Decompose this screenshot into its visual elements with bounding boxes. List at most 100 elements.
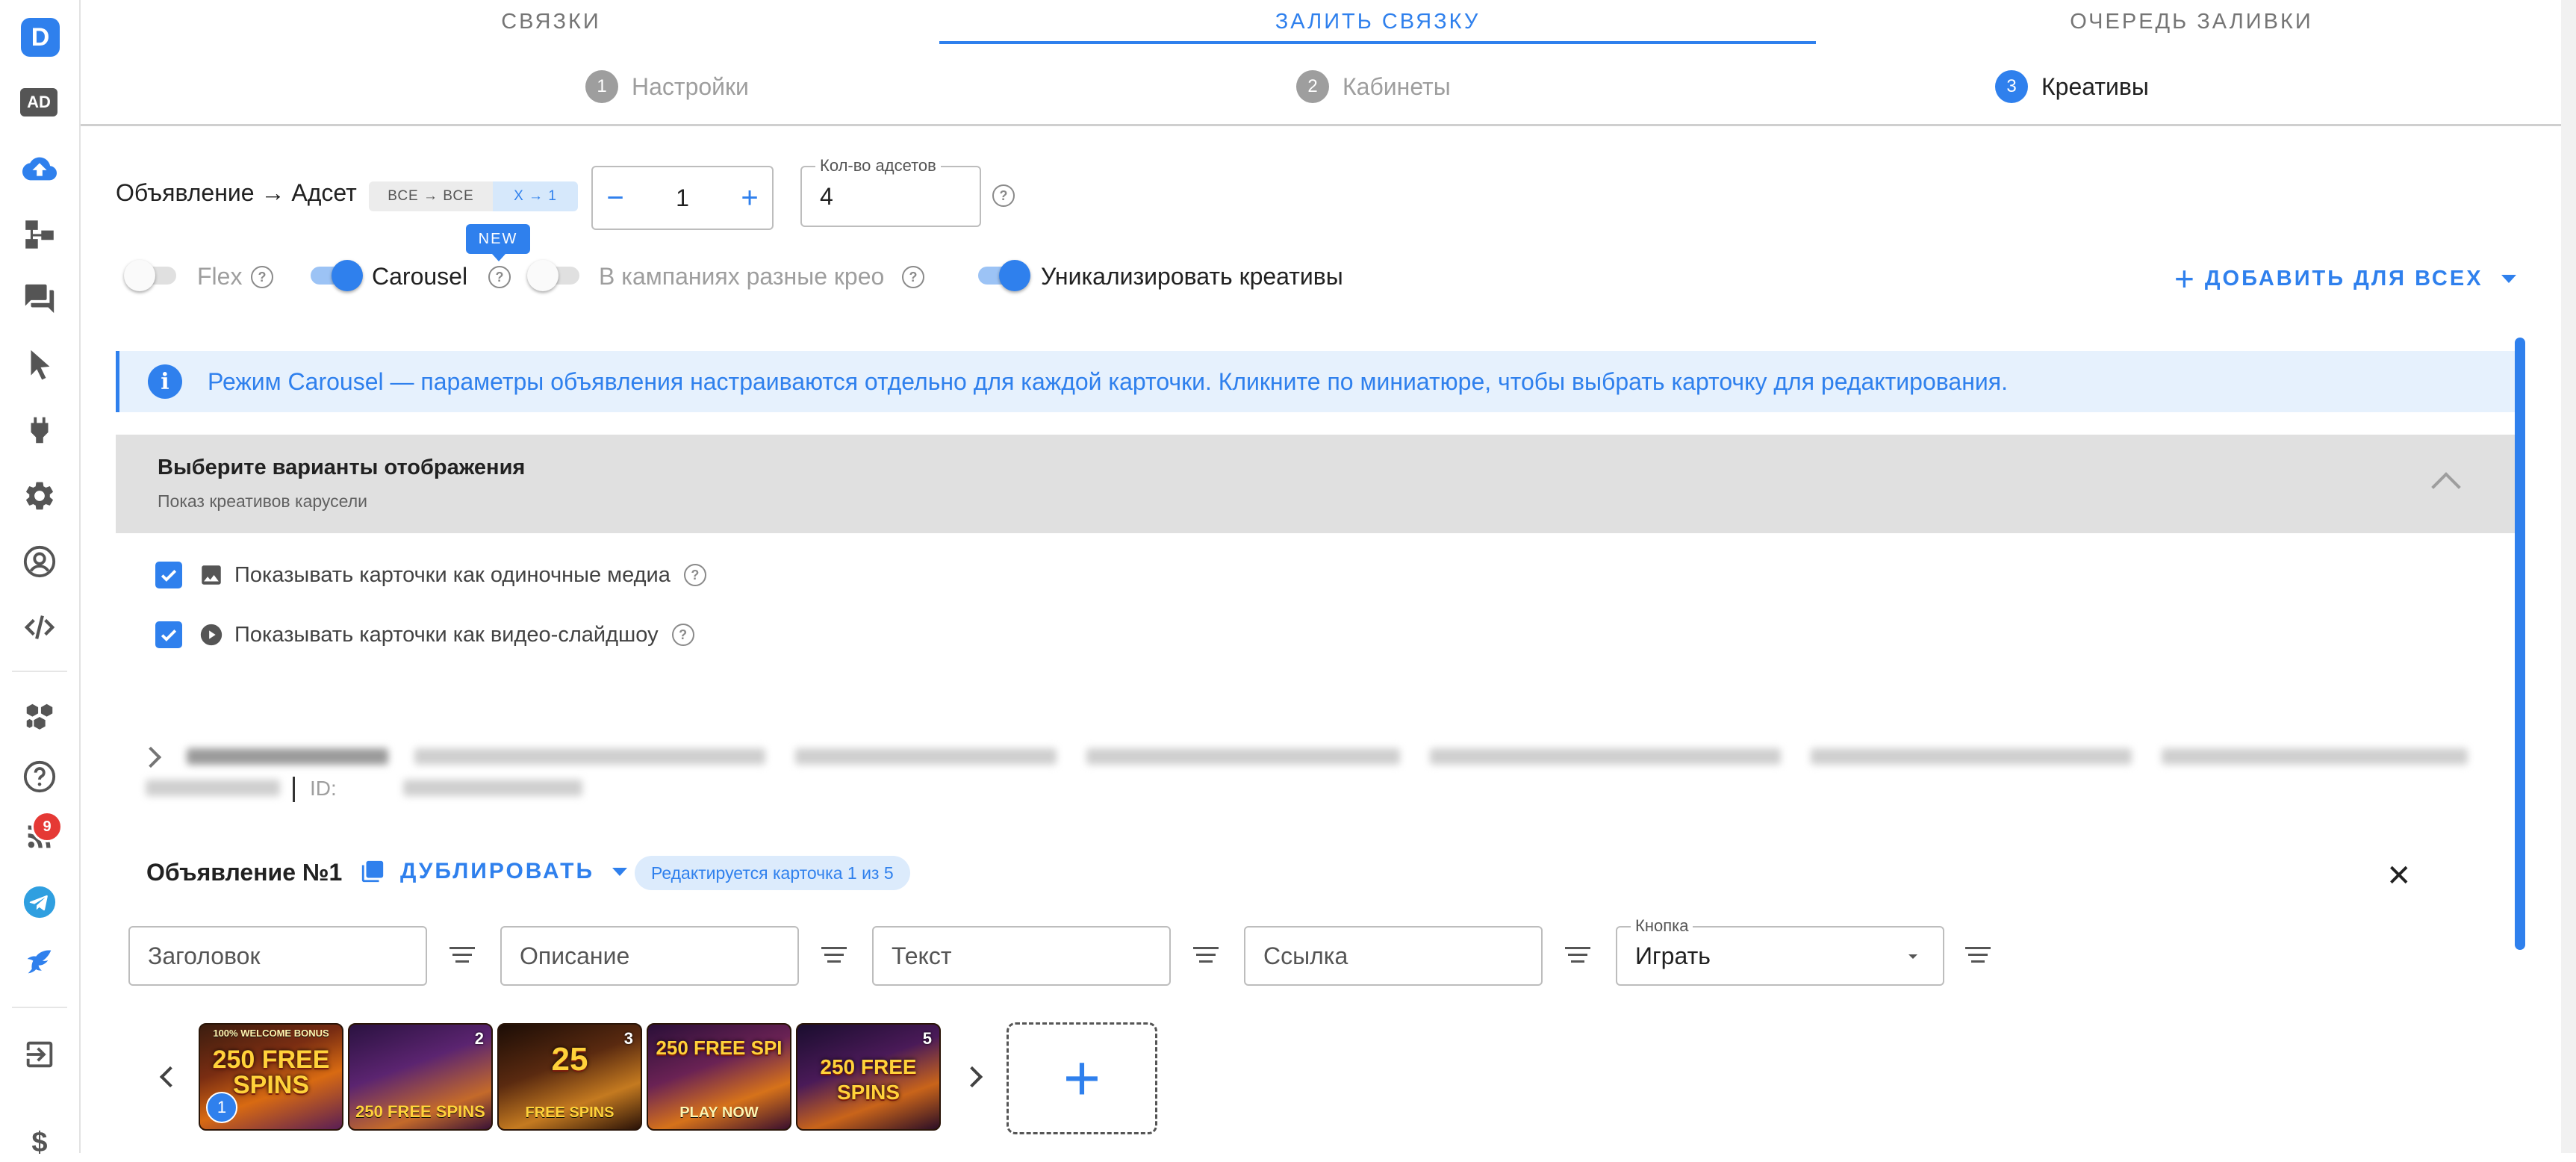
account-icon[interactable] [20,542,59,581]
chevron-down-icon[interactable] [612,867,628,876]
duplicate-label: ДУБЛИРОВАТЬ [400,859,595,883]
flow-icon[interactable] [20,215,59,254]
add-for-all-button[interactable]: + ДОБАВИТЬ ДЛЯ ВСЕХ [2174,258,2516,299]
chevron-up-icon[interactable] [2431,472,2461,502]
step-number: 1 [585,70,618,103]
display-options-header[interactable]: Выберите варианты отображения Показ креа… [116,435,2516,533]
checkbox-checked[interactable] [155,621,182,648]
text-variants-icon[interactable] [1565,947,1590,966]
help-icon[interactable]: ? [251,266,273,288]
card-number: 3 [623,1029,633,1048]
duplicate-button[interactable]: ДУБЛИРОВАТЬ [360,859,628,884]
play-circle-icon [200,624,223,646]
flex-toggle[interactable] [124,258,181,293]
step-creatives[interactable]: 3 Креативы [1995,70,2149,103]
option-single-media[interactable]: Показывать карточки как одиночные медиа … [155,562,706,588]
text-variants-icon[interactable] [1193,947,1219,966]
active-tab-indicator [939,41,1816,44]
mode-x-to-one[interactable]: X → 1 [493,181,578,211]
card-headline: 250 FREE SPINS [820,1055,917,1104]
carousel-card-1[interactable]: 100% WELCOME BONUS 250 FREE SPINS 1 [199,1023,343,1131]
chat-icon[interactable] [20,279,59,318]
description-placeholder: Описание [520,942,630,969]
add-card-button[interactable]: + [1007,1022,1157,1134]
ads-count-value[interactable]: 1 [638,167,727,229]
card-headline: 25 [551,1041,588,1078]
adsets-count-field[interactable]: Кол-во адсетов 4 [800,157,981,227]
text-variants-icon[interactable] [821,947,847,966]
flex-label: Flex [197,263,243,290]
decrement-button[interactable]: − [593,167,638,229]
option-video-slideshow[interactable]: Показывать карточки как видео-слайдшоу ? [155,621,694,648]
content-scrollbar-thumb[interactable] [2515,338,2525,950]
logout-icon[interactable] [20,1035,59,1074]
help-icon[interactable]: ? [902,266,924,288]
ads-count-stepper: − 1 + [591,166,774,230]
tab-bundles[interactable]: СВЯЗКИ [163,0,939,43]
card-headline: 250 FREE SPINS [212,1046,330,1099]
help-icon[interactable]: ? [671,624,694,646]
telegram-icon[interactable] [20,883,59,922]
ad-icon[interactable]: AD [20,88,57,116]
dollar-icon[interactable]: $ [20,1123,59,1162]
dolphin-icon[interactable] [20,942,59,981]
dropdown-arrow-icon [1908,954,1917,959]
upload-icon[interactable] [20,149,59,188]
editing-card-chip: Редактируется карточка 1 из 5 [635,856,910,890]
description-field[interactable]: Описание [500,926,799,986]
stepper: 1 Настройки 2 Кабинеты 3 Креативы [81,64,2567,126]
uniqueize-label: Уникализировать креативы [1041,263,1343,290]
app-logo[interactable]: D [21,18,60,57]
code-icon[interactable] [20,608,59,647]
carousel-next-arrow[interactable] [961,1066,983,1088]
chevron-down-icon [2501,274,2516,283]
carousel-prev-arrow[interactable] [159,1066,181,1088]
plug-icon[interactable] [20,411,59,450]
text-variants-icon[interactable] [449,947,475,966]
step-settings[interactable]: 1 Настройки [585,70,749,103]
option-label: Показывать карточки как одиночные медиа [234,562,671,587]
uniqueize-toggle[interactable] [974,258,1030,293]
different-creatives-toggle[interactable] [527,258,584,293]
checkbox-checked[interactable] [155,562,182,588]
notification-badge: 9 [31,811,63,842]
help-icon[interactable] [20,757,59,796]
text-variants-icon[interactable] [1965,947,1991,966]
pointer-icon[interactable] [20,345,59,384]
gear-icon[interactable] [20,476,59,515]
new-badge: NEW [466,224,530,261]
step-number: 3 [1995,70,2028,103]
help-icon[interactable]: ? [488,266,511,288]
carousel-card-5[interactable]: 5 250 FREE SPINS [796,1023,941,1131]
headline-placeholder: Заголовок [148,942,261,969]
increment-button[interactable]: + [727,167,772,229]
ad-adset-label: Объявление → Адсет [116,179,357,206]
step-accounts[interactable]: 2 Кабинеты [1296,70,1451,103]
page-scrollbar-track[interactable] [2561,0,2576,1153]
mode-all-to-all[interactable]: ВСЕ → ВСЕ [369,181,493,211]
link-field[interactable]: Ссылка [1244,926,1543,986]
cubes-icon[interactable] [20,697,59,736]
headline-field[interactable]: Заголовок [128,926,427,986]
text-field[interactable]: Текст [872,926,1171,986]
carousel-card-2[interactable]: 2 250 FREE SPINS [348,1023,493,1131]
sidebar-divider [12,671,67,672]
divider [293,777,295,802]
plus-icon: + [2174,259,2194,298]
carousel-toggle[interactable] [306,258,363,293]
help-icon[interactable]: ? [683,564,706,586]
cta-button-select[interactable]: Кнопка Играть [1616,917,1944,986]
carousel-card-4[interactable]: 250 FREE SPI PLAY NOW [647,1023,791,1131]
help-icon[interactable]: ? [992,184,1015,207]
card-caption: 100% WELCOME BONUS [213,1028,329,1039]
close-icon[interactable]: ✕ [2386,859,2412,893]
top-tabs: СВЯЗКИ ЗАЛИТЬ СВЯЗКУ ОЧЕРЕДЬ ЗАЛИВКИ [81,0,2567,46]
sidebar-divider [12,1007,67,1008]
tab-upload-queue[interactable]: ОЧЕРЕДЬ ЗАЛИВКИ [1816,0,2567,43]
panel-subtitle: Показ креативов карусели [158,491,367,511]
carousel-label: Carousel [372,263,468,290]
tab-upload-bundle[interactable]: ЗАЛИТЬ СВЯЗКУ [939,0,1816,43]
carousel-card-3[interactable]: 3 25 FREE SPINS [497,1023,642,1131]
selected-card-marker: 1 [206,1092,237,1123]
mapping-mode-toggle: ВСЕ → ВСЕ X → 1 [369,181,578,211]
